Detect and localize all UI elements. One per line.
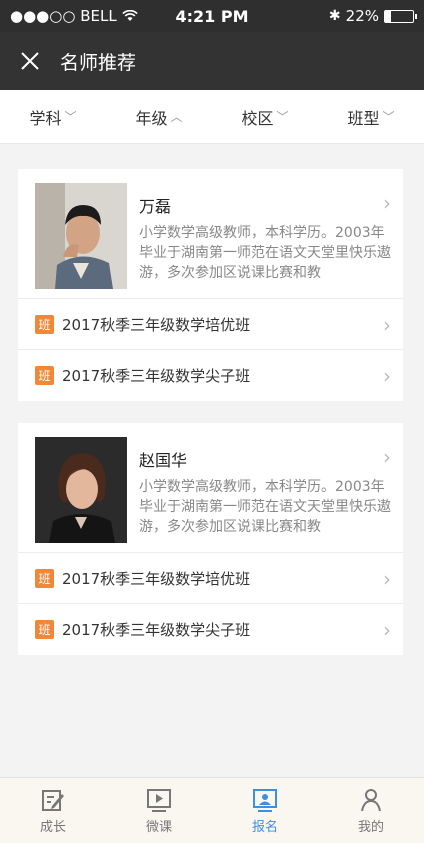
class-row[interactable]: 班 2017秋季三年级数学培优班 ›: [18, 553, 403, 604]
filter-subject[interactable]: 学科 ﹀: [0, 90, 106, 143]
tab-microcourse[interactable]: 微课: [106, 778, 212, 843]
teacher-name: 万磊: [139, 197, 172, 216]
filter-label: 班型: [347, 108, 380, 128]
filter-label: 校区: [241, 108, 274, 128]
chevron-down-icon: ﹀: [382, 110, 395, 124]
filter-bar: 学科 ﹀ 年级 ︿ 校区 ﹀ 班型 ﹀: [0, 90, 424, 144]
close-button[interactable]: [0, 32, 60, 90]
signup-icon: [253, 788, 277, 812]
close-icon: [21, 52, 39, 70]
status-left: ●●●○○ BELL: [10, 7, 138, 25]
status-right: ✱ 22%: [328, 7, 417, 25]
filter-grade[interactable]: 年级 ︿: [106, 90, 212, 143]
filter-label: 学科: [29, 108, 62, 128]
battery-percent: 22%: [345, 7, 379, 25]
filter-campus[interactable]: 校区 ﹀: [212, 90, 318, 143]
class-badge: 班: [35, 620, 54, 639]
user-icon: [361, 788, 381, 811]
teacher-card: › 赵国华 小学数学高级教师，本科学历。2003年毕业于湖南第一师范在语文天堂里…: [18, 423, 403, 655]
teacher-description: 小学数学高级教师，本科学历。2003年毕业于湖南第一师范在语文天堂里快乐遨游，多…: [139, 225, 391, 281]
tab-label: 报名: [251, 819, 278, 835]
chevron-right-icon: ›: [383, 567, 391, 591]
class-title: 2017秋季三年级数学培优班: [62, 315, 251, 334]
teacher-card: › 万磊 小学数学高级教师，本科学历。2003年毕业于湖南第一师范在语文天堂里快…: [18, 169, 403, 401]
teacher-row[interactable]: › 赵国华 小学数学高级教师，本科学历。2003年毕业于湖南第一师范在语文天堂里…: [18, 423, 403, 553]
chevron-right-icon: ›: [383, 364, 391, 388]
class-title: 2017秋季三年级数学培优班: [62, 569, 251, 588]
chevron-up-icon: ︿: [170, 110, 183, 124]
nav-bar: 名师推荐: [0, 32, 424, 90]
tab-growth[interactable]: 成长: [0, 778, 106, 843]
chevron-down-icon: ﹀: [64, 110, 77, 124]
teacher-photo: [35, 437, 127, 543]
class-badge: 班: [35, 314, 54, 334]
teacher-description: 小学数学高级教师，本科学历。2003年毕业于湖南第一师范在语文天堂里快乐遨游，多…: [139, 479, 391, 535]
teacher-row[interactable]: › 万磊 小学数学高级教师，本科学历。2003年毕业于湖南第一师范在语文天堂里快…: [18, 169, 403, 299]
chevron-right-icon: ›: [383, 445, 391, 469]
class-title: 2017秋季三年级数学尖子班: [62, 621, 251, 639]
carrier-label: ●●●○○ BELL: [10, 7, 117, 25]
edit-icon: [42, 789, 64, 811]
class-title: 2017秋季三年级数学尖子班: [62, 367, 251, 385]
chevron-right-icon: ›: [383, 191, 391, 215]
tab-mine[interactable]: 我的: [318, 778, 424, 843]
bluetooth-icon: ✱: [328, 8, 341, 24]
page-title: 名师推荐: [60, 51, 137, 74]
chevron-down-icon: ﹀: [276, 110, 289, 124]
status-bar: ●●●○○ BELL 4:21 PM ✱ 22%: [0, 0, 424, 32]
play-icon: [147, 788, 171, 812]
class-row[interactable]: 班 2017秋季三年级数学培优班 ›: [18, 299, 403, 350]
teacher-photo: [35, 183, 127, 289]
tab-bar: 成长 微课 报名 我的: [0, 777, 424, 843]
class-row[interactable]: 班 2017秋季三年级数学尖子班 ›: [18, 350, 403, 401]
battery-fill: [385, 10, 392, 22]
filter-class-type[interactable]: 班型 ﹀: [318, 90, 424, 143]
class-badge: 班: [35, 568, 54, 588]
tab-label: 成长: [39, 819, 66, 835]
tab-signup[interactable]: 报名: [212, 778, 318, 843]
class-badge: 班: [35, 366, 54, 385]
tab-label: 我的: [357, 819, 384, 835]
class-row[interactable]: 班 2017秋季三年级数学尖子班 ›: [18, 604, 403, 655]
chevron-right-icon: ›: [383, 313, 391, 337]
teacher-info: › 赵国华 小学数学高级教师，本科学历。2003年毕业于湖南第一师范在语文天堂里…: [139, 437, 391, 542]
teacher-name: 赵国华: [139, 451, 188, 470]
battery-icon: [384, 9, 417, 23]
filter-label: 年级: [135, 108, 168, 128]
wifi-icon: [122, 10, 138, 21]
teacher-info: › 万磊 小学数学高级教师，本科学历。2003年毕业于湖南第一师范在语文天堂里快…: [139, 183, 391, 288]
tab-label: 微课: [145, 819, 172, 835]
chevron-right-icon: ›: [383, 618, 391, 642]
